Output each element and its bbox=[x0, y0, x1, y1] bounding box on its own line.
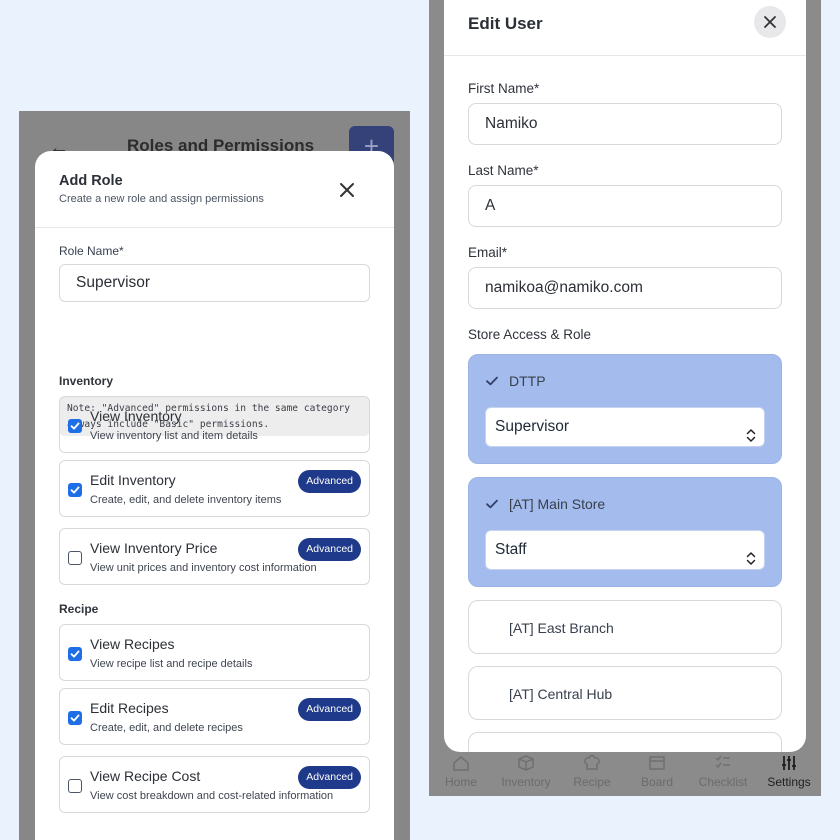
tab-label: Inventory bbox=[501, 775, 551, 789]
last-name-label: Last Name* bbox=[468, 163, 539, 178]
permission-description: View unit prices and inventory cost info… bbox=[90, 562, 317, 574]
permission-name: Edit Inventory bbox=[90, 472, 176, 488]
role-select[interactable]: Staff bbox=[485, 530, 765, 570]
advanced-badge: Advanced bbox=[298, 538, 361, 561]
modal-subtitle: Create a new role and assign permissions bbox=[59, 193, 264, 205]
advanced-badge: Advanced bbox=[298, 766, 361, 789]
first-name-label: First Name* bbox=[468, 81, 540, 96]
email-input[interactable]: namikoa@namiko.com bbox=[468, 267, 782, 309]
permission-description: View cost breakdown and cost-related inf… bbox=[90, 790, 334, 802]
check-icon bbox=[70, 422, 80, 430]
last-name-input[interactable]: A bbox=[468, 185, 782, 227]
store-name: [AT] East Branch bbox=[509, 620, 614, 636]
tab-recipe[interactable]: Recipe bbox=[562, 748, 622, 789]
modal-header: Add Role Create a new role and assign pe… bbox=[35, 151, 394, 228]
box-icon bbox=[496, 753, 556, 775]
permission-item[interactable]: View Recipe Cost View cost breakdown and … bbox=[59, 756, 370, 813]
store-name: [AT] Main Store bbox=[509, 496, 606, 512]
tab-board[interactable]: Board bbox=[627, 748, 687, 789]
advanced-badge: Advanced bbox=[298, 698, 361, 721]
close-icon bbox=[340, 183, 354, 197]
permission-item[interactable]: Edit Recipes Create, edit, and delete rec… bbox=[59, 688, 370, 745]
tab-label: Settings bbox=[767, 775, 811, 789]
permission-checkbox[interactable] bbox=[68, 647, 82, 661]
section-title: Recipe bbox=[59, 602, 99, 616]
advanced-badge: Advanced bbox=[298, 470, 361, 493]
permission-description: View inventory list and item details bbox=[90, 430, 258, 442]
close-button[interactable] bbox=[754, 6, 786, 38]
check-icon bbox=[485, 374, 499, 393]
board-icon bbox=[627, 753, 687, 775]
check-icon bbox=[70, 714, 80, 722]
permission-checkbox[interactable] bbox=[68, 483, 82, 497]
close-icon bbox=[764, 16, 776, 28]
permission-item[interactable]: View Inventory Price View unit prices and… bbox=[59, 528, 370, 585]
roles-permissions-screen: ← Roles and Permissions + Add Role Creat… bbox=[19, 111, 410, 840]
edit-user-screen: Edit User First Name* Namiko Last Name* … bbox=[429, 0, 821, 796]
permission-item[interactable]: View Recipes View recipe list and recipe … bbox=[59, 624, 370, 681]
tab-label: Checklist bbox=[698, 775, 748, 789]
permission-name: View Inventory bbox=[90, 408, 182, 424]
store-name: DTTP bbox=[509, 373, 546, 389]
close-button[interactable] bbox=[334, 177, 360, 203]
email-label: Email* bbox=[468, 245, 508, 260]
store-name: [AT] Central Hub bbox=[509, 686, 613, 702]
store-access-item[interactable]: DTTP Supervisor bbox=[468, 354, 782, 464]
permission-name: View Recipe Cost bbox=[90, 768, 201, 784]
store-access-label: Store Access & Role bbox=[468, 327, 592, 342]
tab-label: Board bbox=[640, 775, 674, 789]
role-name-input[interactable]: Supervisor bbox=[59, 264, 370, 302]
add-role-modal: Add Role Create a new role and assign pe… bbox=[35, 151, 394, 840]
role-select[interactable]: Supervisor bbox=[485, 407, 765, 447]
role-select-value: Supervisor bbox=[495, 418, 570, 435]
checklist-icon bbox=[693, 753, 753, 775]
permission-name: View Recipes bbox=[90, 636, 175, 652]
permission-checkbox[interactable] bbox=[68, 711, 82, 725]
tab-inventory[interactable]: Inventory bbox=[496, 748, 556, 789]
check-icon bbox=[70, 486, 80, 494]
permission-name: Edit Recipes bbox=[90, 700, 169, 716]
permission-item[interactable]: Edit Inventory Create, edit, and delete i… bbox=[59, 460, 370, 517]
role-name-label: Role Name* bbox=[59, 244, 124, 258]
role-select-value: Staff bbox=[495, 541, 527, 558]
check-icon bbox=[485, 497, 499, 516]
permission-name: View Inventory Price bbox=[90, 540, 218, 556]
permission-description: View recipe list and recipe details bbox=[90, 658, 253, 670]
sliders-icon bbox=[759, 753, 819, 775]
permission-description: Create, edit, and delete recipes bbox=[90, 722, 243, 734]
section-title: Inventory bbox=[59, 374, 114, 388]
tab-label: Home bbox=[444, 775, 477, 789]
home-icon bbox=[431, 753, 491, 775]
modal-header: Edit User bbox=[444, 0, 806, 56]
chef-hat-icon bbox=[562, 753, 622, 775]
permission-checkbox[interactable] bbox=[68, 779, 82, 793]
tab-checklist[interactable]: Checklist bbox=[693, 748, 753, 789]
chevron-up-down-icon bbox=[746, 543, 756, 581]
store-access-item[interactable]: [AT] Main Store Staff bbox=[468, 477, 782, 587]
edit-user-modal: Edit User First Name* Namiko Last Name* … bbox=[444, 0, 806, 752]
first-name-input[interactable]: Namiko bbox=[468, 103, 782, 145]
tab-home[interactable]: Home bbox=[431, 748, 491, 789]
chevron-up-down-icon bbox=[746, 420, 756, 458]
permission-checkbox[interactable] bbox=[68, 419, 82, 433]
permission-description: Create, edit, and delete inventory items bbox=[90, 494, 282, 506]
tab-settings[interactable]: Settings bbox=[759, 748, 819, 789]
modal-title: Add Role bbox=[59, 173, 123, 189]
tab-label: Recipe bbox=[573, 775, 611, 789]
check-icon bbox=[70, 650, 80, 658]
permission-checkbox[interactable] bbox=[68, 551, 82, 565]
store-access-item[interactable]: [AT] Central Hub bbox=[468, 666, 782, 720]
bottom-tab-bar: Home Inventory Recipe Board Checklist Setting… bbox=[429, 748, 821, 796]
permission-item[interactable]: View Inventory View inventory list and it… bbox=[59, 396, 370, 453]
modal-title: Edit User bbox=[468, 14, 543, 33]
store-access-item[interactable]: [AT] East Branch bbox=[468, 600, 782, 654]
